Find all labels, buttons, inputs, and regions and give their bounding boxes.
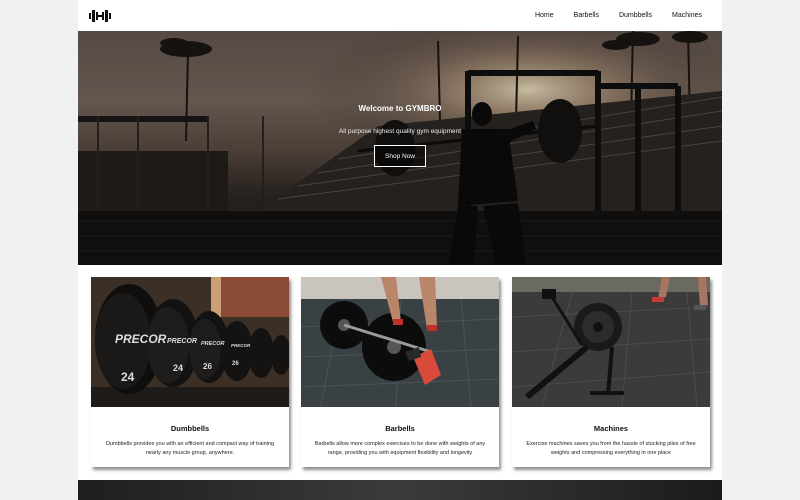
next-section-banner bbox=[78, 480, 722, 500]
card-title: Machines bbox=[593, 424, 629, 433]
svg-text:PRECOR: PRECOR bbox=[231, 343, 251, 348]
card-machines[interactable]: Machines Exercise machines saves you fro… bbox=[512, 277, 710, 467]
hero-title: Welcome to GYMBRO bbox=[358, 104, 442, 113]
svg-text:26: 26 bbox=[203, 362, 212, 371]
nav-link-dumbbells[interactable]: Dumbbells bbox=[609, 12, 662, 19]
product-cards: PRECOR 24 PRECOR 24 PRECOR 26 PRECOR 26 … bbox=[78, 277, 722, 469]
svg-text:PRECOR: PRECOR bbox=[167, 338, 197, 345]
svg-text:24: 24 bbox=[173, 363, 183, 373]
dumbbell-rack-photo: PRECOR 24 PRECOR 24 PRECOR 26 PRECOR 26 bbox=[91, 277, 289, 407]
nav-link-machines[interactable]: Machines bbox=[662, 12, 712, 19]
shop-now-button[interactable]: Shop Now bbox=[374, 145, 426, 167]
navbar: Home Barbells Dumbbells Machines bbox=[78, 0, 722, 31]
nav-link-home[interactable]: Home bbox=[525, 12, 564, 19]
card-description: Barbells allow more complex exercises to… bbox=[314, 441, 486, 456]
nav-links: Home Barbells Dumbbells Machines bbox=[525, 0, 712, 31]
plate-brand-label: PRECOR bbox=[115, 332, 167, 346]
nav-link-barbells[interactable]: Barbells bbox=[564, 12, 609, 19]
hero-subtitle: All purpose highest quality gym equipmen… bbox=[338, 128, 462, 135]
dumbbell-icon[interactable] bbox=[89, 9, 111, 23]
card-title: Barbells bbox=[385, 424, 415, 433]
card-barbells[interactable]: Barbells Barbells allow more complex exe… bbox=[301, 277, 499, 467]
card-description: Exercise machines saves you from the has… bbox=[526, 441, 696, 456]
card-description: Dumbbells provides you with an efficient… bbox=[105, 441, 275, 456]
card-title: Dumbbells bbox=[170, 424, 210, 433]
svg-text:26: 26 bbox=[232, 361, 239, 367]
barbell-lift-photo bbox=[301, 277, 499, 407]
hero-content: Welcome to GYMBRO All purpose highest qu… bbox=[78, 31, 722, 265]
plate-number-label: 24 bbox=[121, 370, 135, 384]
card-dumbbells[interactable]: PRECOR 24 PRECOR 24 PRECOR 26 PRECOR 26 … bbox=[91, 277, 289, 467]
svg-text:PRECOR: PRECOR bbox=[201, 341, 225, 347]
rowing-machine-photo bbox=[512, 277, 710, 407]
page: Home Barbells Dumbbells Machines Welcome… bbox=[78, 0, 722, 500]
hero-banner: Welcome to GYMBRO All purpose highest qu… bbox=[78, 31, 722, 265]
